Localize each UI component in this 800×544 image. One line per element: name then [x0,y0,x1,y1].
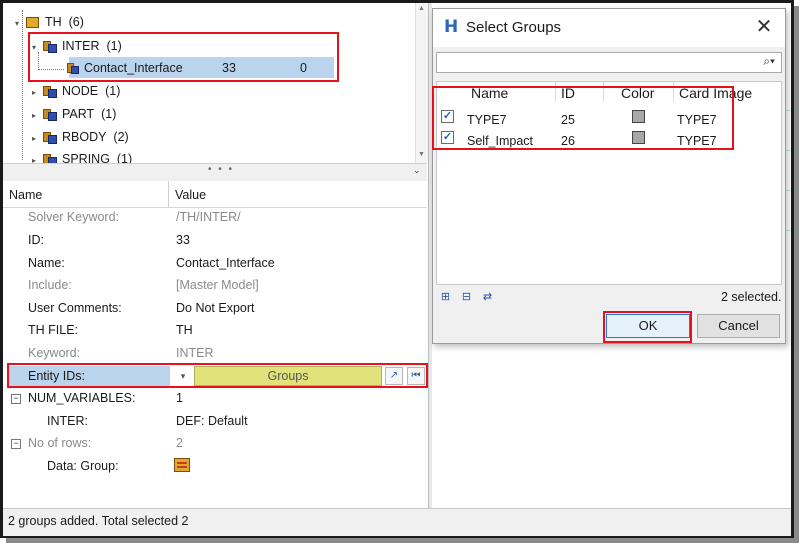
tree-item-count: (1) [105,84,121,98]
selection-count: 2 selected. [721,290,782,304]
select-none-icon[interactable]: ⊟ [459,290,474,305]
collapse-icon[interactable]: − [11,432,27,454]
tree-item-label: PART [62,107,95,121]
annotation-box-ok [603,311,692,343]
prop-row[interactable]: Data: Group: [3,455,427,477]
prop-row: Solver Keyword: /TH/INTER/ [3,206,427,228]
prop-row[interactable]: INTER: DEF: Default [3,410,427,432]
prop-row-num-variables[interactable]: − NUM_VARIABLES: 1 [3,387,427,409]
prop-value[interactable]: 33 [176,229,190,251]
status-text: 2 groups added. Total selected 2 [8,514,189,528]
folder-icon [25,16,41,30]
prop-name: TH FILE: [28,323,79,337]
annotation-box-entity-ids [7,363,428,388]
pane-splitter[interactable]: • • • ⌄ [3,163,427,181]
close-icon[interactable]: ✕ [751,14,777,40]
tree-item-count: (6) [68,15,84,29]
prop-value[interactable]: TH [176,319,193,341]
tree-connector [22,10,23,160]
tree-item-count: (2) [113,130,129,144]
dialog-title: Select Groups [466,19,562,36]
group-list-icon[interactable] [174,458,190,472]
prop-row[interactable]: ID: 33 [3,229,427,251]
th-group-icon [42,108,58,122]
expand-arrow-icon[interactable]: ▸ [29,106,39,126]
expand-arrow-icon[interactable]: ▸ [29,129,39,149]
prop-name: INTER: [47,414,88,428]
prop-name: ID: [28,233,44,247]
expand-arrow-icon[interactable]: ▸ [29,83,39,103]
prop-value[interactable]: DEF: Default [176,410,248,432]
select-all-icon[interactable]: ⊞ [438,290,453,305]
prop-name: Include: [28,278,72,292]
prop-name: NUM_VARIABLES: [28,391,136,405]
prop-name: No of rows: [28,436,92,450]
prop-value: INTER [176,346,214,360]
tree-item-th[interactable]: ▾ TH (6) [12,12,84,32]
prop-name: Keyword: [28,346,81,360]
th-group-icon [42,85,58,99]
prop-value[interactable]: 1 [176,387,183,409]
scroll-down-icon[interactable]: ▼ [418,151,425,158]
prop-value: /TH/INTER/ [176,210,241,224]
prop-name: User Comments: [28,301,122,315]
annotation-box-groups [432,86,734,150]
status-bar: 2 groups added. Total selected 2 [3,508,791,536]
th-group-icon [42,131,58,145]
frame-shadow-bottom [6,538,799,543]
prop-row[interactable]: TH FILE: TH [3,319,427,341]
prop-name: Solver Keyword: [28,210,120,224]
select-groups-dialog: H Select Groups ✕ ⌕▾ Name ID Color Card … [432,8,786,344]
tree-item-label: TH [45,15,62,29]
tree-scrollbar[interactable]: ▲ ▼ [415,3,428,163]
reverse-selection-icon[interactable]: ⇄ [480,290,495,305]
collapse-icon[interactable]: − [11,387,27,409]
tree-item-label: NODE [62,84,99,98]
scroll-up-icon[interactable]: ▲ [418,5,425,12]
dialog-titlebar: H Select Groups ✕ [433,9,785,47]
tree-item-count: (1) [101,107,117,121]
tree-item-node[interactable]: ▸ NODE (1) [29,81,120,101]
prop-value[interactable]: Contact_Interface [176,252,275,274]
column-header-value: Value [175,188,207,202]
prop-value[interactable]: Do Not Export [176,297,255,319]
app-logo-icon: H [444,17,459,37]
search-input[interactable]: ⌕▾ [436,52,782,73]
chevron-down-icon[interactable]: ⌄ [413,165,421,176]
prop-row-no-of-rows: − No of rows: 2 [3,432,427,454]
search-icon[interactable]: ⌕▾ [763,54,775,69]
frame-shadow-right [794,6,799,543]
splitter-grip-icon: • • • [208,164,235,175]
expand-arrow-icon[interactable]: ▾ [12,14,22,34]
cancel-button[interactable]: Cancel [697,314,780,338]
column-header-name: Name [9,188,43,202]
prop-name: Data: Group: [47,459,119,473]
prop-name: Name: [28,256,65,270]
column-separator [168,181,169,207]
prop-row[interactable]: User Comments: Do Not Export [3,297,427,319]
annotation-box-inter [28,32,339,82]
prop-row: Keyword: INTER [3,342,427,364]
tree-item-label: RBODY [62,130,107,144]
tree-item-rbody[interactable]: ▸ RBODY (2) [29,127,129,147]
prop-value: 2 [176,436,183,450]
tree-item-part[interactable]: ▸ PART (1) [29,104,116,124]
prop-row: Include: [Master Model] [3,274,427,296]
prop-value: [Master Model] [176,278,259,292]
prop-row[interactable]: Name: Contact_Interface [3,252,427,274]
entity-editor-header: Name Value [3,181,427,208]
